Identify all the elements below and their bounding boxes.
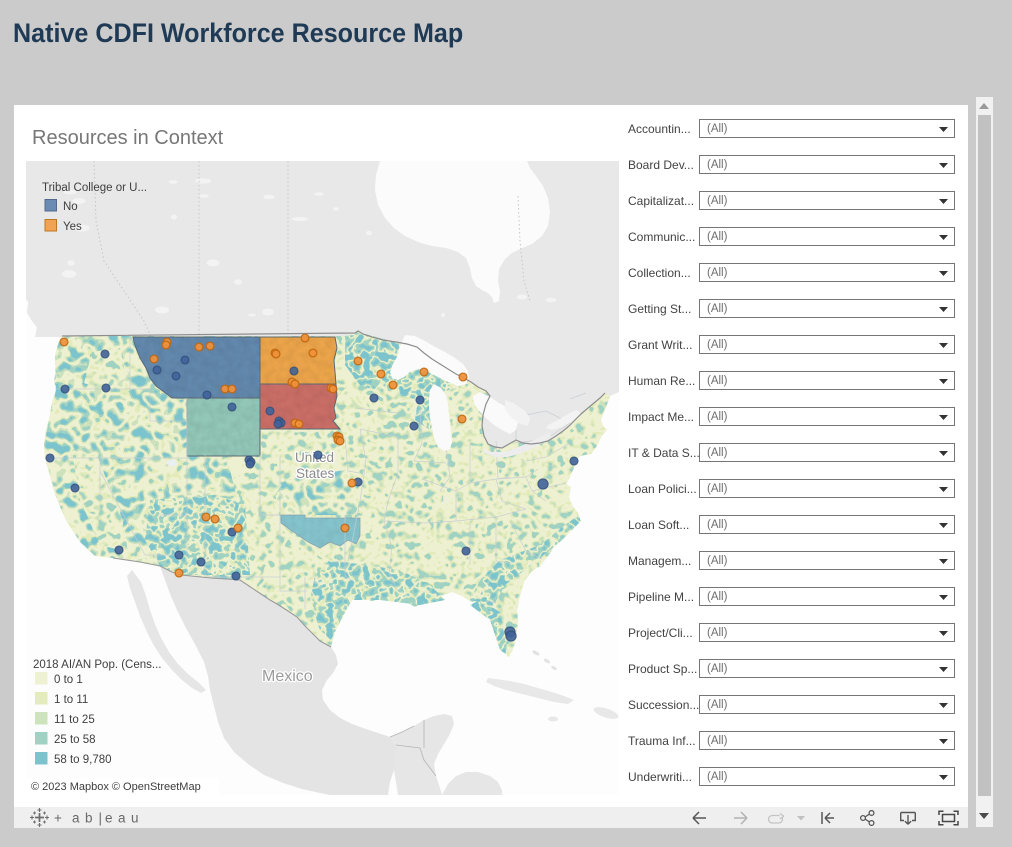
svg-text:25 to 58: 25 to 58 xyxy=(54,734,96,746)
svg-text:1 to 11: 1 to 11 xyxy=(54,694,88,706)
svg-text:|: | xyxy=(99,811,103,826)
svg-text:e: e xyxy=(105,811,113,826)
svg-text:b: b xyxy=(85,811,93,826)
svg-text:© 2023 Mapbox © OpenStreetMap: © 2023 Mapbox © OpenStreetMap xyxy=(31,781,201,793)
svg-text:Mexico: Mexico xyxy=(262,668,313,685)
svg-text:Tribal College or U...: Tribal College or U... xyxy=(42,182,147,194)
svg-text:a: a xyxy=(118,811,126,826)
svg-text:u: u xyxy=(131,811,139,826)
svg-text:2018 AI/AN Pop. (Cens...: 2018 AI/AN Pop. (Cens... xyxy=(33,659,162,671)
svg-text:States: States xyxy=(296,466,335,481)
svg-text:11 to 25: 11 to 25 xyxy=(54,714,95,726)
svg-text:+: + xyxy=(54,811,62,826)
svg-text:0 to 1: 0 to 1 xyxy=(54,674,83,686)
svg-text:a: a xyxy=(72,811,80,826)
svg-text:No: No xyxy=(63,201,78,213)
svg-text:Yes: Yes xyxy=(63,221,82,233)
svg-text:58 to 9,780: 58 to 9,780 xyxy=(54,754,112,766)
